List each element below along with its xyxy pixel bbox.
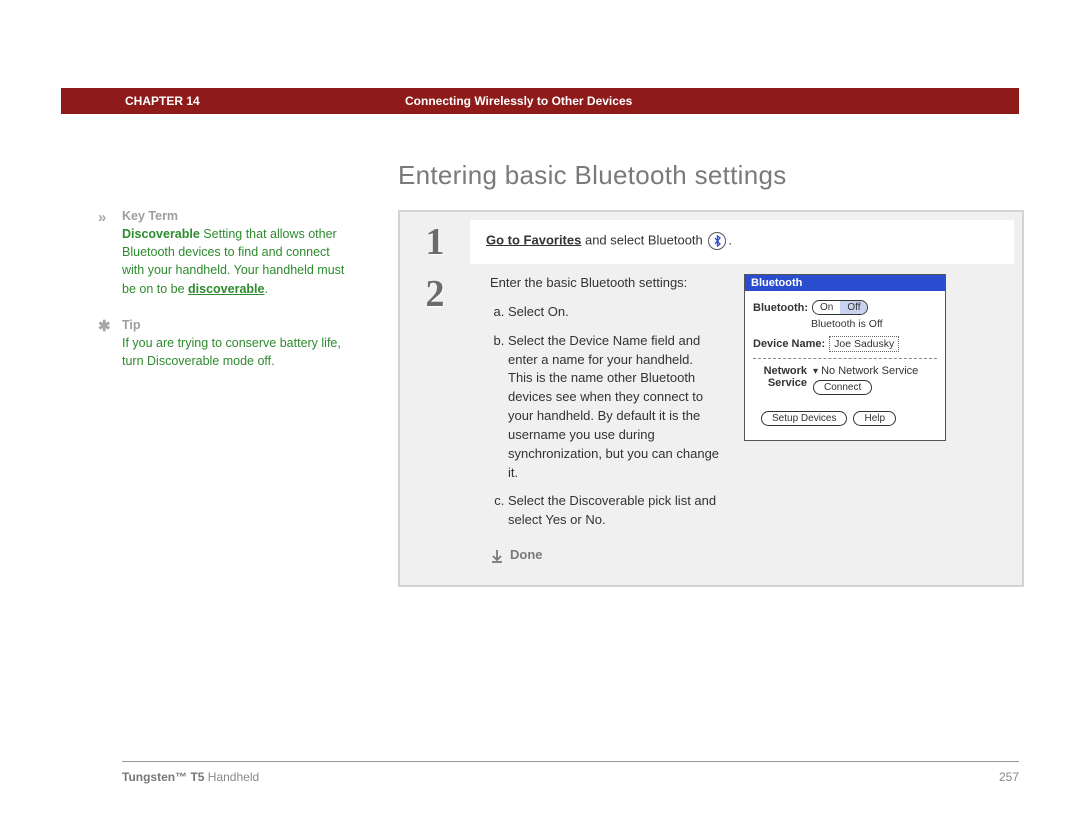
keyterm-block: » Key Term Discoverable Setting that all… (122, 207, 352, 298)
device-screenshot: Bluetooth Bluetooth: On Off Bluetooth is… (744, 274, 946, 441)
step-2-body: Enter the basic Bluetooth settings: Sele… (470, 264, 1022, 585)
toggle-off[interactable]: Off (840, 301, 867, 314)
step-2-intro: Enter the basic Bluetooth settings: (490, 274, 720, 293)
product-rest: Handheld (204, 770, 259, 784)
chevron-down-icon: ▾ (813, 366, 818, 377)
help-button[interactable]: Help (853, 411, 896, 426)
step-1-text: and select Bluetooth (581, 232, 706, 247)
product-bold: Tungsten™ T5 (122, 770, 204, 784)
step-2-list: Select On. Select the Device Name field … (490, 303, 720, 530)
page-footer: Tungsten™ T5 Handheld 257 (122, 761, 1019, 784)
bluetooth-toggle-row: Bluetooth: On Off (753, 300, 937, 315)
device-body: Bluetooth: On Off Bluetooth is Off Devic… (745, 291, 945, 440)
connect-button[interactable]: Connect (813, 380, 872, 395)
bluetooth-icon (708, 232, 726, 250)
chapter-label: CHAPTER 14 (61, 94, 365, 108)
device-name-row: Device Name: Joe Sadusky (753, 336, 937, 352)
product-name: Tungsten™ T5 Handheld (122, 770, 259, 784)
done-label: Done (510, 546, 543, 565)
bluetooth-label: Bluetooth: (753, 302, 808, 314)
network-row: Network Service ▾ No Network Service Con… (753, 365, 937, 393)
step-2c: Select the Discoverable pick list and se… (508, 492, 720, 530)
divider (753, 358, 937, 359)
step-2-row: 2 Enter the basic Bluetooth settings: Se… (400, 264, 1022, 585)
setup-devices-button[interactable]: Setup Devices (761, 411, 847, 426)
bluetooth-status: Bluetooth is Off (753, 318, 937, 330)
keyterm-heading: Key Term (122, 209, 178, 223)
keyterm-marker-icon: » (98, 207, 106, 229)
steps-panel: 1 Go to Favorites and select Bluetooth .… (398, 210, 1024, 587)
step-1-number: 1 (400, 212, 470, 264)
device-titlebar: Bluetooth (745, 275, 945, 291)
step-1-period: . (728, 232, 732, 247)
device-name-label: Device Name: (753, 338, 825, 350)
keyterm-link[interactable]: discoverable (188, 282, 264, 296)
device-footer: Setup Devices Help (753, 407, 937, 434)
step-2a: Select On. (508, 303, 720, 322)
bluetooth-toggle[interactable]: On Off (812, 300, 869, 315)
network-label-text: Network Service (764, 365, 807, 389)
chapter-title: Connecting Wirelessly to Other Devices (365, 94, 1019, 108)
tip-text: If you are trying to conserve battery li… (122, 336, 341, 368)
tip-block: ✱ Tip If you are trying to conserve batt… (122, 316, 352, 370)
device-name-field[interactable]: Joe Sadusky (829, 336, 899, 352)
step-2-text: Enter the basic Bluetooth settings: Sele… (490, 274, 720, 565)
favorites-link[interactable]: Go to Favorites (486, 232, 581, 247)
step-2b: Select the Device Name field and enter a… (508, 332, 720, 483)
done-arrow-icon (490, 549, 504, 563)
keyterm-period: . (264, 282, 267, 296)
page-title: Entering basic Bluetooth settings (398, 160, 787, 191)
step-2-number: 2 (400, 264, 470, 585)
tip-marker-icon: ✱ (98, 316, 111, 338)
network-label: Network Service (753, 365, 807, 389)
sidebar: » Key Term Discoverable Setting that all… (122, 207, 352, 388)
keyterm-term: Discoverable (122, 227, 200, 241)
tip-heading: Tip (122, 318, 141, 332)
page-number: 257 (999, 770, 1019, 784)
step-1-body: Go to Favorites and select Bluetooth . (470, 220, 1014, 264)
network-value-col: ▾ No Network Service Connect (813, 365, 918, 393)
done-row: Done (490, 546, 720, 565)
header-bar: CHAPTER 14 Connecting Wirelessly to Othe… (61, 88, 1019, 114)
network-value: No Network Service (821, 365, 918, 377)
toggle-on[interactable]: On (813, 301, 840, 314)
network-picklist[interactable]: ▾ No Network Service (813, 365, 918, 377)
step-1-row: 1 Go to Favorites and select Bluetooth . (400, 212, 1022, 264)
